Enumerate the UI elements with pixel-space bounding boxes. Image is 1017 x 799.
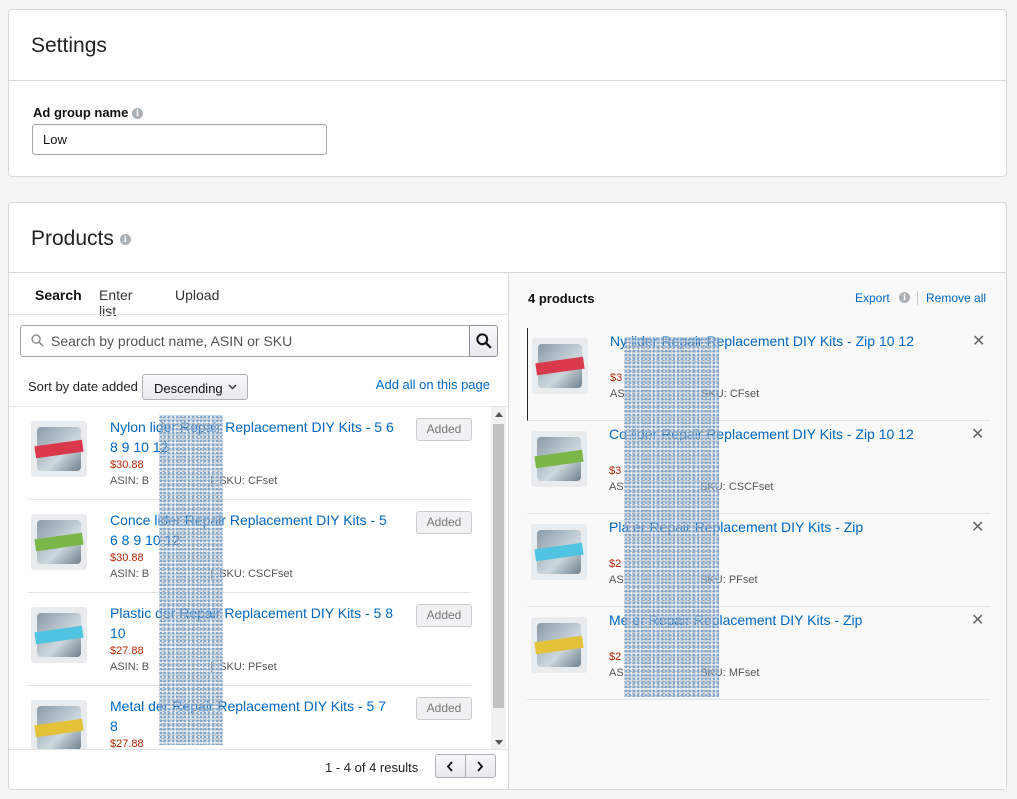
product-price: $2: [609, 558, 622, 570]
product-title-link[interactable]: Metal der Repair Replacement DIY Kits - …: [110, 696, 395, 736]
added-button[interactable]: Added: [416, 511, 472, 534]
product-search-pane: Search Enter list Upload Sort by date ad…: [9, 273, 508, 789]
selected-item: Ny lider Repair Replacement DIY Kits - Z…: [527, 328, 990, 421]
ad-group-name-input[interactable]: [32, 124, 327, 155]
add-all-on-page-link[interactable]: Add all on this page: [376, 377, 490, 392]
search-results-list: Nylon lider Repair Replacement DIY Kits …: [9, 407, 491, 749]
info-icon[interactable]: i: [119, 233, 131, 245]
products-title: Products: [31, 227, 114, 250]
product-image[interactable]: [31, 607, 87, 663]
product-title-link[interactable]: Plastic der Repair Replacement DIY Kits …: [110, 603, 395, 643]
close-icon[interactable]: ✕: [971, 427, 984, 443]
search-input[interactable]: [51, 326, 461, 356]
sort-order-value: Descending: [154, 381, 223, 396]
scroll-thumb[interactable]: [493, 424, 504, 708]
sort-label: Sort by date added: [28, 379, 138, 394]
search-button[interactable]: [469, 325, 498, 357]
settings-divider: [9, 80, 1006, 81]
product-title-link[interactable]: Nylon lider Repair Replacement DIY Kits …: [110, 417, 395, 457]
search-icon: [31, 334, 44, 347]
product-image[interactable]: [531, 524, 587, 580]
close-icon[interactable]: ✕: [972, 334, 985, 350]
products-title-wrap: Products i: [31, 227, 131, 251]
chevron-down-icon: [228, 384, 237, 390]
redaction-overlay: [624, 337, 719, 697]
tabs-divider: [9, 314, 508, 315]
added-button[interactable]: Added: [416, 418, 472, 441]
product-asin: ASIN: B: [110, 475, 150, 487]
product-image[interactable]: [31, 514, 87, 570]
info-icon[interactable]: i: [131, 108, 143, 120]
product-sku: SKU: PFset: [219, 661, 277, 673]
added-button[interactable]: Added: [416, 697, 472, 720]
product-price: $2: [609, 651, 622, 663]
product-sku: SKU: CFset: [219, 475, 278, 487]
list-item: Conce lider Repair Replacement DIY Kits …: [27, 500, 472, 593]
product-price: $27.88: [110, 738, 144, 749]
info-icon[interactable]: i: [899, 292, 910, 303]
settings-title: Settings: [31, 34, 107, 57]
next-page-button[interactable]: [465, 754, 496, 778]
pager-divider: [9, 749, 508, 750]
search-box: [20, 325, 470, 357]
list-item: Metal der Repair Replacement DIY Kits - …: [27, 686, 472, 749]
scroll-down-arrow[interactable]: [495, 740, 503, 745]
scroll-up-arrow[interactable]: [495, 412, 503, 417]
product-image[interactable]: [31, 700, 87, 749]
link-separator: [917, 291, 918, 305]
product-asin: AS: [609, 667, 624, 679]
product-price: $30.88: [110, 459, 144, 471]
previous-page-button[interactable]: [435, 754, 466, 778]
tab-search[interactable]: Search: [35, 287, 82, 303]
products-panel: Products i Search Enter list Upload Sort…: [8, 202, 1007, 790]
ad-group-name-label-text: Ad group name: [33, 105, 129, 120]
search-icon: [476, 333, 492, 349]
sort-order-select[interactable]: Descending: [142, 374, 248, 400]
product-price: $3: [610, 372, 623, 384]
close-icon[interactable]: ✕: [971, 613, 984, 629]
added-button[interactable]: Added: [416, 604, 472, 627]
product-asin: AS: [609, 574, 624, 586]
close-icon[interactable]: ✕: [971, 520, 984, 536]
selected-count: 4 products: [528, 291, 595, 306]
product-asin: ASIN: B: [110, 661, 150, 673]
product-price: $30.88: [110, 552, 144, 564]
list-item: Plastic der Repair Replacement DIY Kits …: [27, 593, 472, 686]
product-title-link[interactable]: Conce lider Repair Replacement DIY Kits …: [110, 510, 395, 550]
redaction-overlay: [159, 415, 223, 745]
selected-item: Me er Repair Replacement DIY Kits - Zip …: [527, 607, 990, 700]
product-sku: SKU: CSCFset: [219, 568, 293, 580]
product-image[interactable]: [531, 431, 587, 487]
product-price: $27.88: [110, 645, 144, 657]
selected-item: Pla er Repair Replacement DIY Kits - Zip…: [527, 514, 990, 607]
remove-all-link[interactable]: Remove all: [926, 291, 986, 305]
product-image[interactable]: [31, 421, 87, 477]
selected-item: Co lider Repair Replacement DIY Kits - Z…: [527, 421, 990, 514]
product-asin: ASIN: B: [110, 568, 150, 580]
results-scrollbar[interactable]: [491, 407, 506, 750]
product-image[interactable]: [532, 338, 588, 394]
settings-panel: Settings Ad group name i: [8, 9, 1007, 177]
selected-products-pane: 4 products Export i Remove all Ny lider …: [508, 273, 1006, 789]
product-price: $3: [609, 465, 622, 477]
product-asin: AS: [609, 481, 624, 493]
tab-upload[interactable]: Upload: [175, 287, 219, 303]
product-image[interactable]: [531, 617, 587, 673]
product-asin: AS: [610, 388, 625, 400]
list-item: Nylon lider Repair Replacement DIY Kits …: [27, 407, 472, 500]
results-count: 1 - 4 of 4 results: [325, 760, 419, 775]
chevron-right-icon: [477, 761, 484, 772]
export-link[interactable]: Export: [855, 291, 890, 305]
ad-group-name-label: Ad group name i: [33, 105, 143, 120]
chevron-left-icon: [446, 761, 453, 772]
